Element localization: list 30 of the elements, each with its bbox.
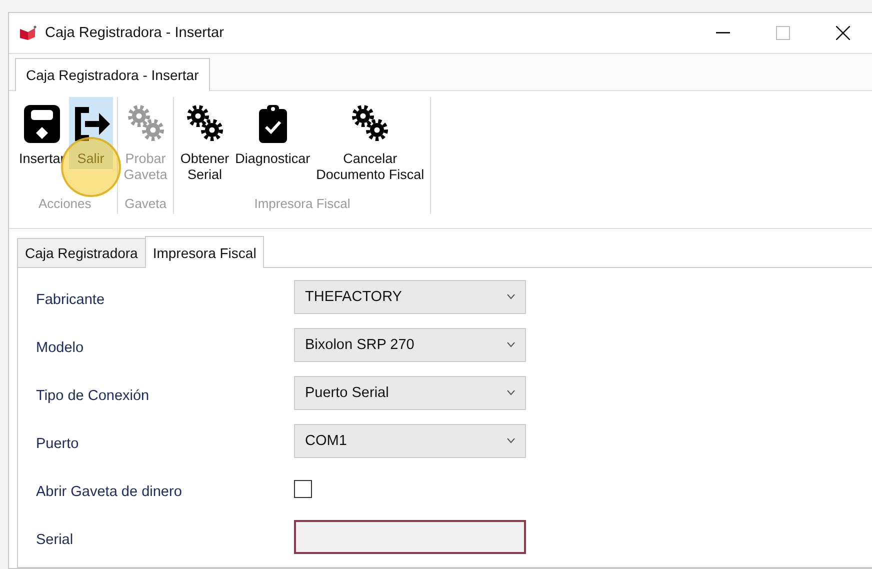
checkbox[interactable] [294, 480, 312, 498]
ribbon-button[interactable]: Cancelar Documento Fiscal [314, 97, 426, 185]
field-label: Fabricante [36, 291, 106, 308]
chevron-down-icon [507, 390, 515, 396]
ribbon-button[interactable]: Obtener Serial [178, 97, 232, 185]
minimize-icon [716, 32, 730, 34]
field-label: Tipo de Conexión [36, 387, 150, 404]
dropdown-field[interactable]: Bixolon SRP 270 [294, 328, 526, 362]
maximize-icon [776, 26, 790, 40]
form-tab[interactable]: Impresora Fiscal [144, 236, 264, 268]
dropdown-field[interactable]: COM1 [294, 424, 526, 458]
form-tab[interactable]: Caja Registradora [17, 238, 146, 267]
field-label: Puerto [36, 435, 80, 452]
chevron-down-icon [507, 294, 515, 300]
field-label: Abrir Gaveta de dinero [36, 483, 183, 500]
field-label: Modelo [36, 339, 85, 356]
window-title: Caja Registradora - Insertar [45, 25, 225, 41]
dropdown-field[interactable]: Puerto Serial [294, 376, 526, 410]
ribbon-group-label: Impresora Fiscal [254, 195, 350, 213]
field-label: Serial [36, 531, 74, 548]
ribbon-button[interactable]: Diagnosticar [233, 97, 312, 169]
ribbon-group-label: Acciones [38, 195, 92, 213]
input-field[interactable] [294, 520, 526, 554]
document-tab[interactable]: Caja Registradora - Insertar [15, 58, 210, 91]
dropdown-field[interactable]: THEFACTORY [294, 280, 526, 314]
close-icon [836, 26, 850, 40]
chevron-down-icon [507, 342, 515, 348]
app-icon [19, 25, 37, 41]
ribbon-group-label: Gaveta [124, 195, 166, 213]
chevron-down-icon [507, 438, 515, 444]
